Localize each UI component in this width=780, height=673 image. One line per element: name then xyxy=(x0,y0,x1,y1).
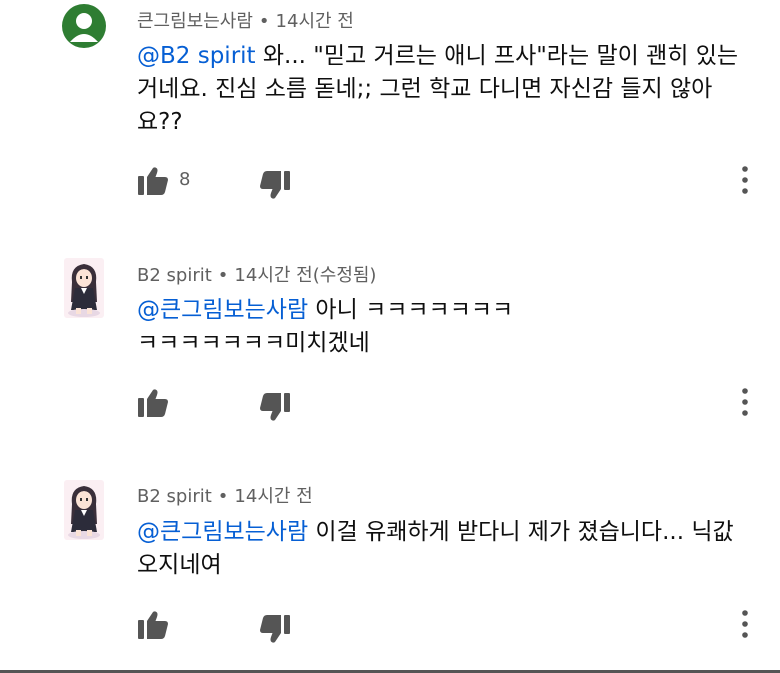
edited-label: (수정됨) xyxy=(312,265,377,286)
separator: • xyxy=(217,486,229,507)
comment-header: 큰그림보는사람 • 14시간 전 xyxy=(137,7,354,33)
thumbs-down-icon[interactable] xyxy=(259,614,291,644)
comment-text: @B2 spirit 와... "믿고 거르는 애니 프사"라는 말이 괜히 있… xyxy=(137,40,747,139)
comment-text: @큰그림보는사람 아니 ㅋㅋㅋㅋㅋㅋㅋㅋㅋㅋㅋㅋㅋㅋ미치겠네 xyxy=(137,294,517,360)
more-options-icon[interactable] xyxy=(737,386,753,418)
timestamp[interactable]: 14시간 전 xyxy=(234,265,312,286)
timestamp[interactable]: 14시간 전 xyxy=(276,11,354,32)
mention-link[interactable]: @큰그림보는사람 xyxy=(137,519,308,545)
comment-header: B2 spirit • 14시간 전 xyxy=(137,482,313,508)
thumbs-up-icon[interactable] xyxy=(137,388,169,418)
thumbs-down-icon[interactable] xyxy=(259,170,291,200)
separator: • xyxy=(217,265,229,286)
comment-header: B2 spirit • 14시간 전(수정됨) xyxy=(137,261,376,287)
timestamp[interactable]: 14시간 전 xyxy=(234,486,312,507)
anime-avatar-icon[interactable] xyxy=(64,258,104,318)
default-avatar-icon[interactable] xyxy=(62,4,106,48)
separator: • xyxy=(258,11,270,32)
thumbs-up-icon[interactable] xyxy=(137,610,169,640)
author-name[interactable]: B2 spirit xyxy=(137,486,212,507)
thumbs-up-icon[interactable] xyxy=(137,166,169,196)
like-count: 8 xyxy=(179,169,191,190)
anime-avatar-icon[interactable] xyxy=(64,480,104,540)
mention-link[interactable]: @큰그림보는사람 xyxy=(137,297,308,323)
mention-link[interactable]: @B2 spirit xyxy=(137,43,256,69)
comment-text: @큰그림보는사람 이걸 유쾌하게 받다니 제가 졌습니다... 닉값 오지네여 xyxy=(137,516,747,582)
author-name[interactable]: B2 spirit xyxy=(137,265,212,286)
more-options-icon[interactable] xyxy=(737,164,753,196)
thumbs-down-icon[interactable] xyxy=(259,392,291,422)
more-options-icon[interactable] xyxy=(737,608,753,640)
comment-actions xyxy=(137,388,757,418)
comment-actions: 8 xyxy=(137,166,757,196)
author-name[interactable]: 큰그림보는사람 xyxy=(137,11,253,32)
comment-actions xyxy=(137,610,757,640)
